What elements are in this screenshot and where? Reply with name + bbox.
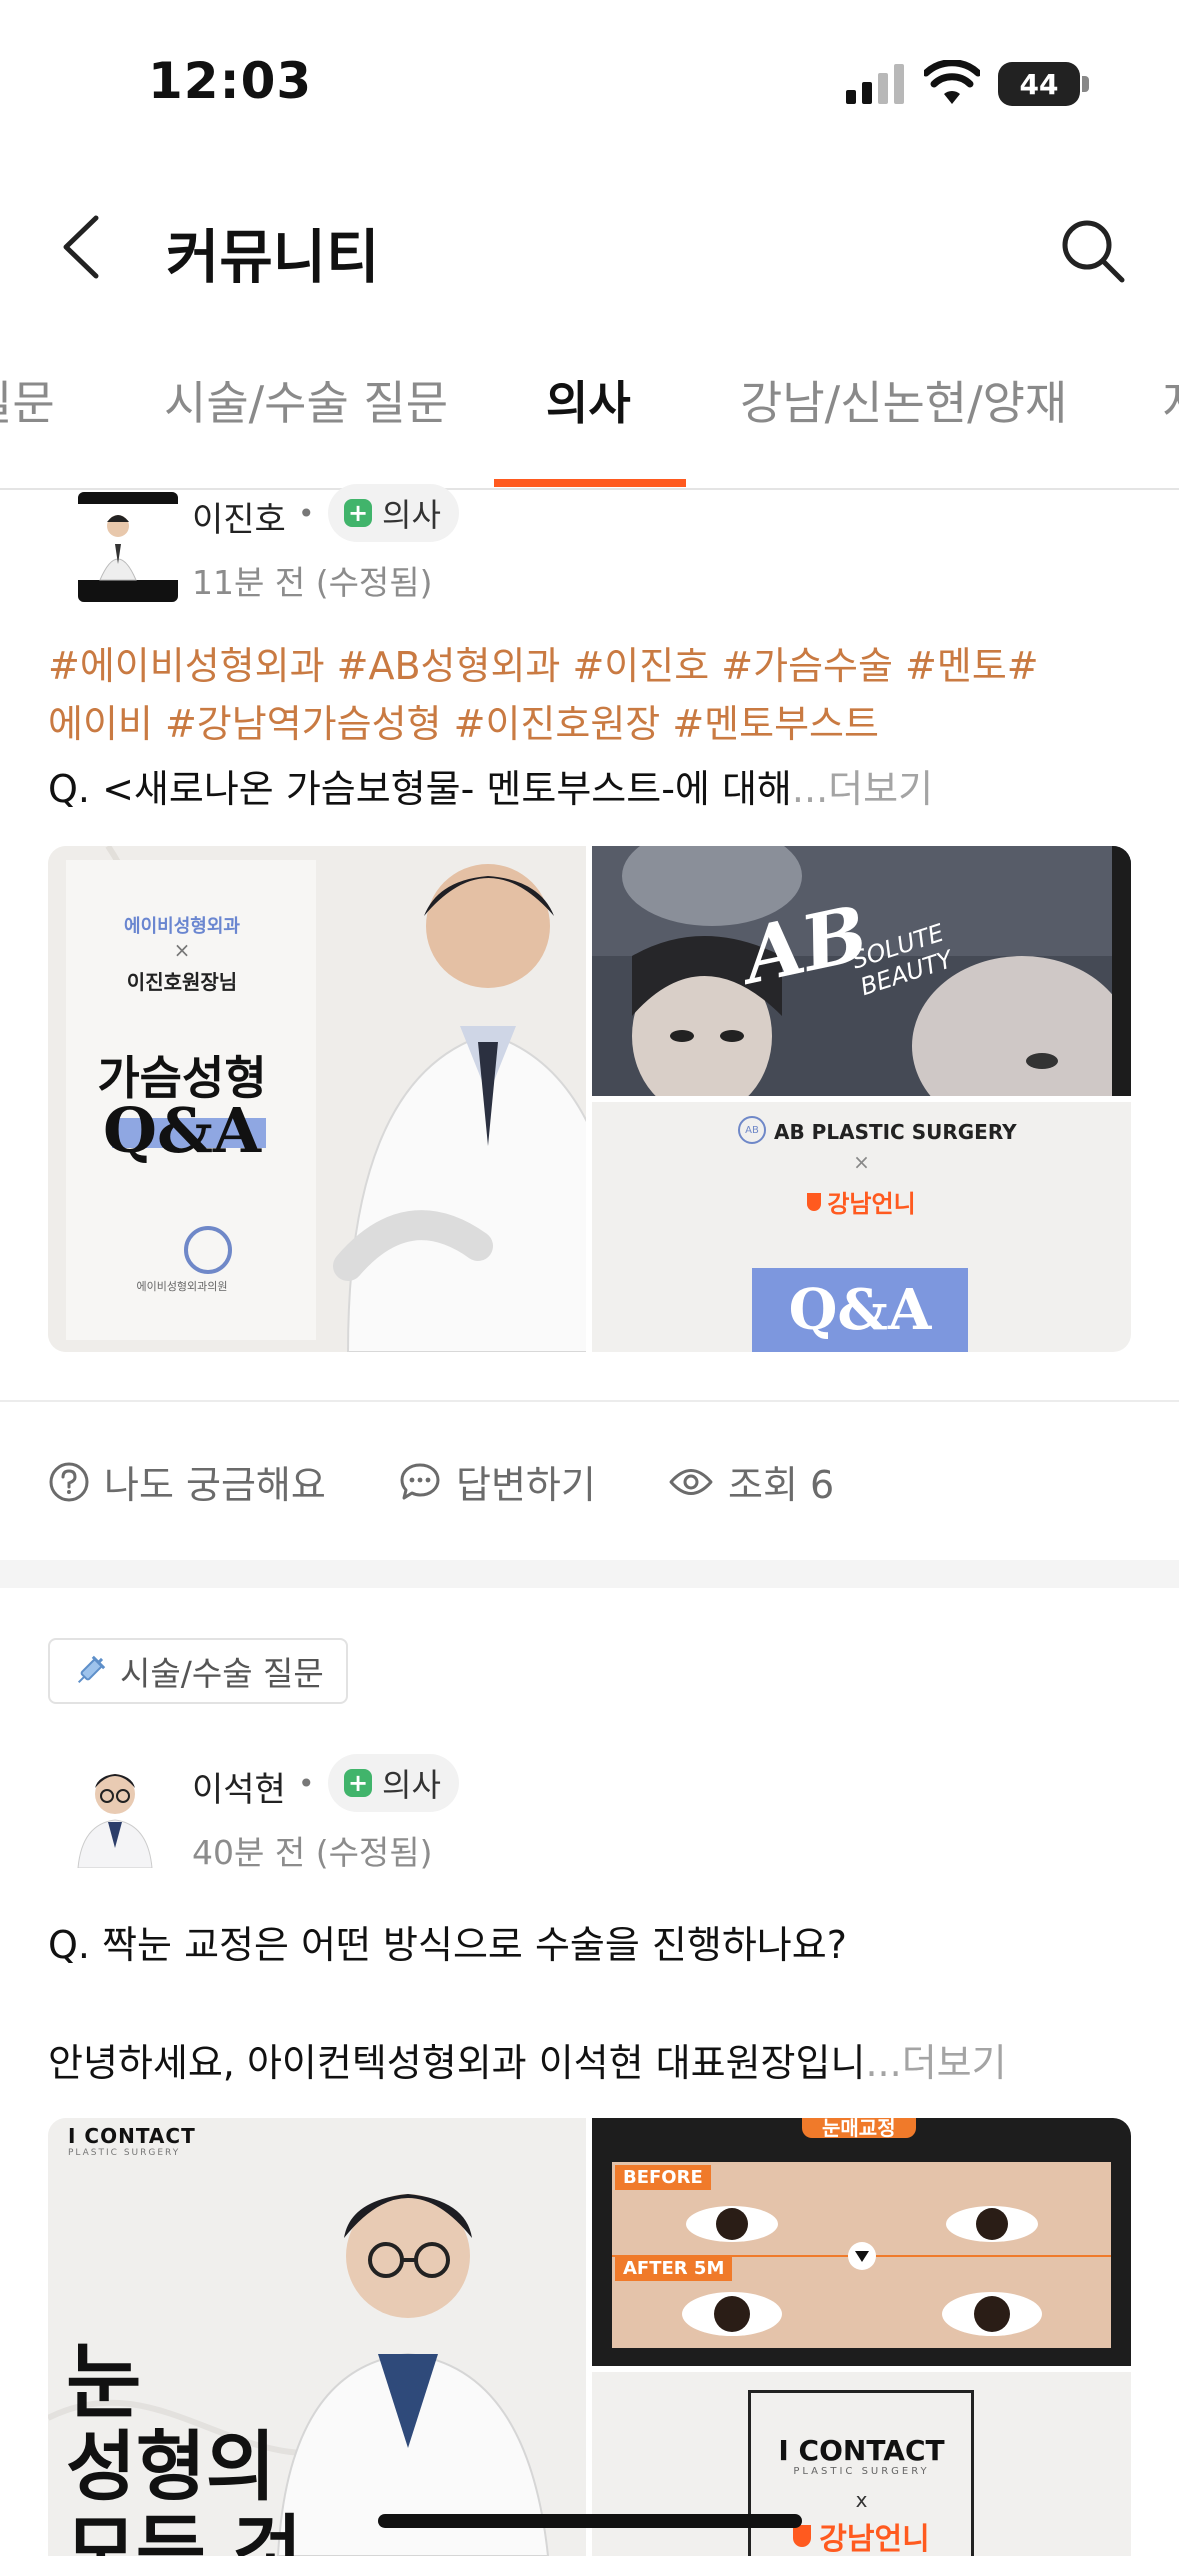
more-link[interactable]: 더보기 — [828, 767, 933, 811]
partner-name-text: 강남언니 — [819, 2522, 930, 2556]
post-actions: 나도 궁금해요 답변하기 조회 6 — [0, 1400, 1179, 1560]
post-image-qa[interactable]: AB AB PLASTIC SURGERY × 강남언니 Q&A — [592, 1102, 1131, 1352]
partner-mark-icon — [793, 2525, 812, 2547]
view-count-label: 조회 6 — [728, 1463, 835, 1507]
post-image-grid[interactable]: I CONTACT PLASTIC SURGERY 눈 성형의 모든 것 눈매교… — [48, 2118, 1131, 2556]
chat-bubble-icon — [400, 1463, 440, 1499]
author-name[interactable]: 이진호 — [192, 492, 286, 541]
separator-dot: • — [298, 1767, 315, 1800]
image-title-line: 성형의 — [66, 2422, 276, 2511]
home-indicator[interactable] — [378, 2514, 802, 2528]
more-ellipsis: ... — [865, 2041, 902, 2085]
avatar[interactable] — [78, 492, 178, 602]
brand-name-text: I CONTACT — [68, 2124, 196, 2148]
author-name[interactable]: 이석현 — [192, 1762, 286, 1811]
post-question[interactable]: Q. <새로나온 가슴보형물- 멘토부스트-에 대해...더보기 — [48, 758, 933, 813]
page-title: 커뮤니티 — [166, 223, 380, 291]
avatar[interactable] — [72, 1752, 158, 1868]
question-circle-icon — [49, 1462, 89, 1501]
brand-name-text: I CONTACT — [778, 2434, 945, 2467]
post-question[interactable]: Q. 짝눈 교정은 어떤 방식으로 수술을 진행하나요? — [48, 1914, 847, 1969]
brand-subtitle-text: PLASTIC SURGERY — [793, 2466, 930, 2477]
logo-caption: 에이비성형외과의원 — [136, 1280, 228, 1293]
post-image-main[interactable]: 에이비성형외과 × 이진호원장님 가슴성형 Q&A 에이비성형외과의원 — [48, 846, 586, 1352]
qa-title-text: Q&A — [752, 1268, 968, 1352]
doctor-title-text: 이진호원장님 — [126, 970, 238, 994]
procedure-banner-text: 눈매교정 — [802, 2118, 916, 2140]
after-label: AFTER 5M — [615, 2256, 733, 2281]
tab-question[interactable]: 질문 — [0, 367, 55, 433]
tab-next[interactable]: 지 — [1162, 367, 1179, 433]
battery-indicator: 44 — [998, 62, 1080, 106]
badge-label: 의사 — [382, 496, 441, 534]
hashtag-line[interactable]: #에이비성형외과 #AB성형외과 #이진호 #가슴수술 #멘토# — [48, 636, 1128, 696]
brand-subtitle-text: PLASTIC SURGERY — [68, 2148, 181, 2158]
tab-gangnam-region[interactable]: 강남/신논현/양재 — [740, 367, 1067, 433]
question-text: Q. <새로나온 가슴보형물- 멘토부스트-에 대해 — [48, 767, 792, 811]
status-time: 12:03 — [148, 52, 313, 110]
cross-symbol: × — [853, 1150, 870, 1174]
cellular-signal-icon — [846, 64, 904, 104]
post-image-main[interactable]: I CONTACT PLASTIC SURGERY 눈 성형의 모든 것 — [48, 2118, 586, 2556]
hashtag-line[interactable]: 에이비 #강남역가슴성형 #이진호원장 #멘토부스트 — [48, 694, 1128, 754]
post-image-partner[interactable]: I CONTACT PLASTIC SURGERY x 강남언니 — [592, 2372, 1131, 2556]
more-ellipsis: ... — [791, 767, 829, 811]
partner-logo: 강남언니 — [592, 1184, 1131, 1219]
partner-mark-icon — [807, 1192, 822, 1211]
doctor-portrait-image — [72, 1752, 158, 1868]
wifi-icon — [924, 60, 980, 104]
medical-plus-icon: + — [344, 1769, 372, 1797]
medical-plus-icon: + — [344, 499, 372, 527]
status-bar: 12:03 44 — [0, 0, 1179, 170]
body-text: 안녕하세요, 아이컨텍성형외과 이석현 대표원장입니 — [48, 2041, 866, 2085]
clinic-name-text: 에이비성형외과 — [124, 916, 240, 937]
cross-symbol: x — [855, 2488, 868, 2512]
image-title-line: 눈 — [66, 2335, 142, 2430]
separator-dot: • — [298, 497, 315, 530]
post-time: 11분 전 (수정됨) — [192, 563, 433, 602]
tab-procedure-question[interactable]: 시술/수술 질문 — [164, 367, 448, 433]
battery-tip — [1082, 76, 1089, 92]
post-image-grid[interactable]: 에이비성형외과 × 이진호원장님 가슴성형 Q&A 에이비성형외과의원 AB S… — [48, 846, 1131, 1352]
answer-button[interactable]: 답변하기 — [398, 1454, 596, 1509]
post-image-before-after[interactable]: 눈매교정 BEFORE AFTER 5M — [592, 2118, 1131, 2366]
curious-button[interactable]: 나도 궁금해요 — [48, 1454, 326, 1509]
image-title-line: 모든 것 — [66, 2506, 303, 2556]
search-icon[interactable] — [1058, 216, 1128, 286]
category-label: 시술/수술 질문 — [120, 1654, 324, 1693]
tab-doctor[interactable]: 의사 — [546, 367, 631, 433]
back-arrow-icon[interactable] — [56, 212, 106, 282]
before-label: BEFORE — [615, 2165, 711, 2190]
more-link[interactable]: 더보기 — [902, 2041, 1007, 2085]
syringe-icon — [72, 1653, 108, 1689]
doctor-badge: + 의사 — [328, 484, 459, 542]
section-divider — [0, 1560, 1179, 1588]
eye-icon — [669, 1468, 713, 1495]
badge-label: 의사 — [382, 1766, 441, 1804]
image-title-line: Q&A — [102, 1094, 262, 1167]
view-count: 조회 6 — [668, 1454, 834, 1509]
category-tabs: 질문 시술/수술 질문 의사 강남/신논현/양재 지 — [0, 325, 1179, 490]
ab-logo-icon: AB — [738, 1116, 766, 1144]
post-time: 40분 전 (수정됨) — [192, 1833, 433, 1872]
answer-label: 답변하기 — [456, 1463, 596, 1507]
cross-symbol: × — [173, 938, 191, 962]
post-body[interactable]: 안녕하세요, 아이컨텍성형외과 이석현 대표원장입니...더보기 — [48, 2032, 1007, 2087]
app-header: 커뮤니티 — [0, 170, 1179, 325]
category-chip[interactable]: 시술/수술 질문 — [48, 1638, 348, 1704]
post-image-brand[interactable]: AB SOLUTE BEAUTY — [592, 846, 1131, 1096]
partner-name-text: 강남언니 — [827, 1190, 916, 1218]
doctor-badge: + 의사 — [328, 1754, 459, 1812]
brand-name-text: AB PLASTIC SURGERY — [774, 1120, 1017, 1144]
active-tab-indicator — [494, 479, 686, 487]
curious-label: 나도 궁금해요 — [104, 1463, 326, 1507]
doctor-portrait-image — [78, 492, 178, 602]
